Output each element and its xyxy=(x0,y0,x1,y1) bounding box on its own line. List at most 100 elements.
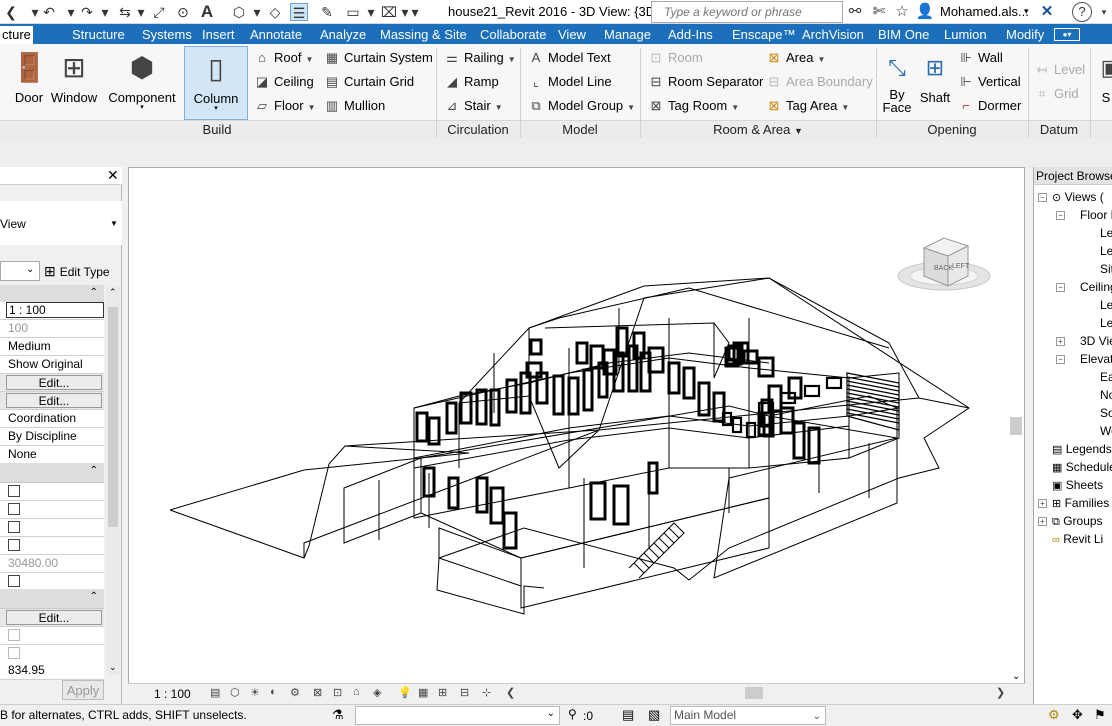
shaft-button[interactable]: ⊞ Shaft xyxy=(916,46,954,118)
window-button[interactable]: ⊞ Window xyxy=(50,46,98,118)
worksets-icon[interactable]: ⚗ xyxy=(332,707,344,723)
tab-collaborate[interactable]: Collaborate xyxy=(478,26,549,44)
edit-type-button[interactable]: ⊞ Edit Type xyxy=(44,261,110,281)
property-detail-level[interactable]: Medium xyxy=(0,338,104,356)
user-dropdown-icon[interactable]: ▾ xyxy=(1024,6,1029,17)
select-underlay-icon[interactable]: ✥ xyxy=(1072,707,1083,723)
close-icon[interactable]: ✕ xyxy=(107,167,119,184)
tab-systems[interactable]: Systems xyxy=(140,26,194,44)
3d-view-icon[interactable]: ⬡ xyxy=(230,3,248,21)
property-locked-orientation[interactable] xyxy=(0,627,104,645)
subscription-icon[interactable]: ✄ xyxy=(869,2,889,22)
dimension-icon[interactable]: ⤢ xyxy=(150,3,168,21)
select-pinned-icon[interactable]: ⚑ xyxy=(1094,707,1106,723)
design-option-select[interactable]: Main Model ⌄ xyxy=(670,706,826,725)
tab-add-ins[interactable]: Add-Ins xyxy=(666,26,715,44)
lock-view-icon[interactable]: ⌂ xyxy=(353,686,360,698)
column-button[interactable]: ▯ Column ▾ xyxy=(184,46,248,120)
scroll-down-icon[interactable]: ⌄ xyxy=(1012,671,1020,682)
tag-area-button[interactable]: ⊠ Tag Area ▼ xyxy=(766,95,850,117)
visual-style-icon[interactable]: ⬡ xyxy=(230,686,240,699)
tab-view[interactable]: View xyxy=(556,26,588,44)
select-links-icon[interactable]: ⚙ xyxy=(1048,707,1060,723)
search-input[interactable] xyxy=(664,3,834,21)
reveal-constraints-icon[interactable]: ⊹ xyxy=(482,686,491,699)
stair-button[interactable]: ⊿ Stair ▼ xyxy=(444,95,503,117)
tree-item-views[interactable]: − ⊙ Views ( xyxy=(1038,188,1104,206)
component-button[interactable]: ⬢ Component ▾ xyxy=(104,46,180,118)
property-perspective[interactable] xyxy=(0,645,104,663)
door-button[interactable]: 🚪 Door xyxy=(6,46,52,118)
grid-button[interactable]: ⌗ Grid xyxy=(1034,83,1078,105)
tag-room-button[interactable]: ⊠ Tag Room ▼ xyxy=(648,95,740,117)
help-dropdown-icon[interactable]: ▾ xyxy=(1094,2,1112,22)
curtain-system-button[interactable]: ▦ Curtain System xyxy=(324,47,433,69)
mullion-button[interactable]: ▥ Mullion xyxy=(324,95,385,117)
property-view-scale[interactable]: 1 : 100 xyxy=(0,302,104,320)
user-icon[interactable]: 👤 xyxy=(915,2,935,22)
property-default-analysis[interactable]: None xyxy=(0,446,104,464)
area-button[interactable]: ⊠ Area ▼ xyxy=(766,47,826,69)
tree-item-site[interactable]: Site xyxy=(1100,260,1112,278)
collapse-icon[interactable]: − xyxy=(1056,283,1065,292)
star-icon[interactable]: ☆ xyxy=(892,2,912,22)
tree-item-floor-plans[interactable]: −Floor P xyxy=(1056,206,1112,224)
ceiling-button[interactable]: ◪ Ceiling xyxy=(254,71,314,93)
roof-button[interactable]: ⌂ Roof ▼ xyxy=(254,47,313,69)
scrollbar-thumb[interactable] xyxy=(108,307,118,527)
thin-lines-icon[interactable]: ☰ xyxy=(290,3,308,21)
tab-lumion[interactable]: Lumion xyxy=(942,26,989,44)
dormer-button[interactable]: ⌐ Dormer xyxy=(958,95,1021,117)
render-icon[interactable]: ⚙ xyxy=(290,686,300,699)
redo-icon[interactable]: ↷ xyxy=(78,3,96,21)
expand-icon[interactable]: + xyxy=(1038,499,1047,508)
sun-path-icon[interactable]: ☀ xyxy=(250,686,260,699)
shadows-icon[interactable]: ◐ xyxy=(270,686,277,698)
wall-opening-button[interactable]: ⊪ Wall xyxy=(958,47,1002,69)
floor-button[interactable]: ▱ Floor ▼ xyxy=(254,95,316,117)
model-group-button[interactable]: ⧉ Model Group ▼ xyxy=(528,95,635,117)
model-text-button[interactable]: A Model Text xyxy=(528,47,611,69)
tree-item-elevations[interactable]: −Elevatio xyxy=(1056,350,1112,368)
tree-item-3d-views[interactable]: +3D View xyxy=(1056,332,1112,350)
tab-massing-site[interactable]: Massing & Site xyxy=(378,26,469,44)
workset-select[interactable]: ⌄ xyxy=(355,706,560,725)
railing-button[interactable]: ⚌ Railing ▼ xyxy=(444,47,516,69)
checkbox[interactable] xyxy=(8,539,20,551)
expand-icon[interactable]: + xyxy=(1056,337,1065,346)
property-far-clip-active[interactable] xyxy=(0,537,104,555)
exchange-icon[interactable]: ✕ xyxy=(1037,2,1057,22)
collapse-icon[interactable]: − xyxy=(1056,211,1065,220)
tree-item-east[interactable]: Eas xyxy=(1100,368,1112,386)
switch-dropdown-icon[interactable]: ▾ xyxy=(362,3,380,21)
design-options-icon[interactable]: ▤ xyxy=(622,707,634,723)
property-discipline[interactable]: Coordination xyxy=(0,410,104,428)
tree-item-schedules[interactable]: ▦ Schedule xyxy=(1052,458,1112,476)
set-workplane-button[interactable]: ▣ S xyxy=(1094,46,1112,118)
property-crop-visible[interactable] xyxy=(0,501,104,519)
reveal-hidden-icon[interactable]: 💡 xyxy=(398,686,412,699)
canvas-vertical-scrollbar[interactable] xyxy=(1010,417,1022,435)
checkbox[interactable] xyxy=(8,521,20,533)
model-line-button[interactable]: ⌞ Model Line xyxy=(528,71,612,93)
checkbox[interactable] xyxy=(8,575,20,587)
edit-button[interactable]: Edit... xyxy=(6,610,102,625)
level-button[interactable]: ↤ Level xyxy=(1034,59,1086,81)
crop-view-icon[interactable]: ⊠ xyxy=(313,686,322,699)
tab-analyze[interactable]: Analyze xyxy=(318,26,368,44)
tab-structure[interactable]: Structure xyxy=(70,26,127,44)
tab-archvision[interactable]: ArchVision xyxy=(800,26,866,44)
ribbon-minimize-icon[interactable]: ●▾ xyxy=(1054,28,1080,41)
tab-architecture[interactable]: cture xyxy=(0,26,33,44)
3d-dropdown-icon[interactable]: ▾ xyxy=(248,3,266,21)
by-face-button[interactable]: ⤡ By Face xyxy=(880,46,914,118)
scroll-right-icon[interactable]: ❯ xyxy=(996,686,1005,699)
tree-item-families[interactable]: + ⊞ Families xyxy=(1038,494,1109,512)
scroll-up-icon[interactable]: ⌃ xyxy=(109,287,117,298)
panel-label-room-area[interactable]: Room & Area ▼ xyxy=(641,121,875,139)
user-name[interactable]: Mohamed.als... xyxy=(940,4,1029,19)
section-icon[interactable]: ◇ xyxy=(266,3,284,21)
room-button[interactable]: ⊡ Room xyxy=(648,47,703,69)
property-group-camera[interactable]: ⌃ xyxy=(0,589,104,609)
tree-item-level[interactable]: Lev xyxy=(1100,242,1112,260)
